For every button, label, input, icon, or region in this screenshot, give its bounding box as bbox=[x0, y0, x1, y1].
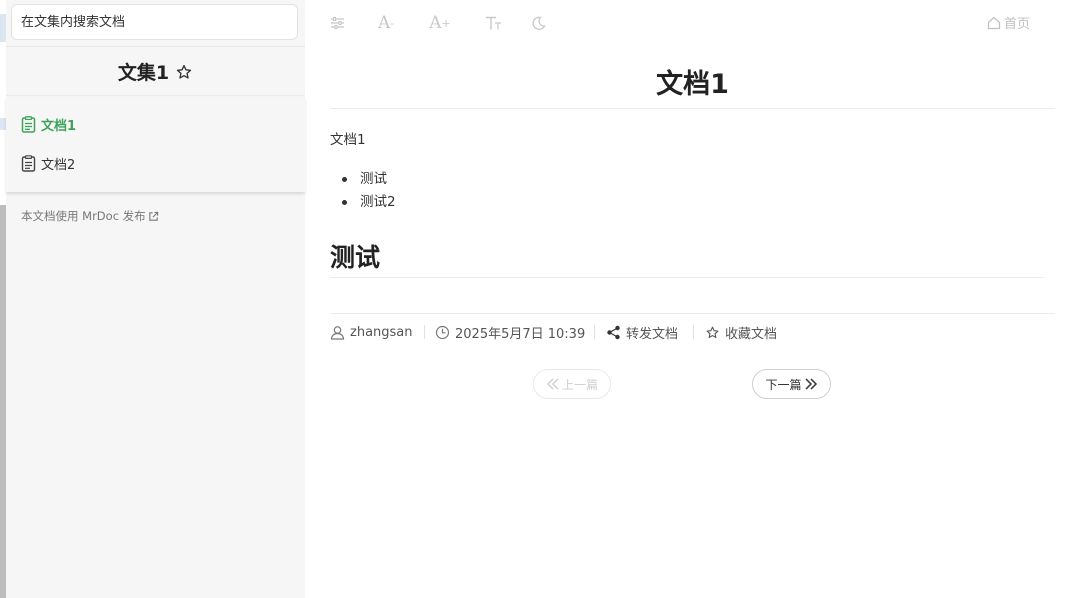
double-chevron-left-icon bbox=[546, 378, 559, 390]
meta-divider bbox=[330, 313, 1055, 314]
title-divider bbox=[330, 108, 1055, 109]
prev-page-button[interactable]: 上一篇 bbox=[533, 369, 611, 399]
document-icon bbox=[21, 115, 36, 133]
home-label: 首页 bbox=[1004, 17, 1031, 32]
settings-sliders-icon[interactable] bbox=[329, 12, 345, 34]
share-icon bbox=[607, 325, 620, 339]
book-title: 文集1 bbox=[117, 62, 170, 84]
meta-separator bbox=[594, 325, 595, 339]
document-title: 文档1 bbox=[656, 69, 729, 100]
publish-date: 2025年5月7日 10:39 bbox=[455, 326, 586, 342]
font-decrease-button[interactable]: A- bbox=[374, 12, 398, 34]
search-input[interactable] bbox=[11, 4, 298, 40]
author-info: zhangsan bbox=[330, 322, 413, 342]
doc-list: 文档1 文档2 bbox=[6, 97, 305, 192]
document-paragraph: 文档1 bbox=[330, 132, 366, 148]
font-increase-mark: + bbox=[441, 16, 451, 30]
sidebar: 文集1 文档1 文档2 本文档使用 bbox=[6, 0, 305, 598]
next-page-button[interactable]: 下一篇 bbox=[752, 369, 831, 399]
doc-item-label: 文档2 bbox=[41, 157, 76, 173]
double-chevron-right-icon bbox=[804, 378, 817, 390]
home-icon bbox=[987, 16, 1001, 29]
doc-item-2[interactable]: 文档2 bbox=[21, 152, 75, 174]
share-label: 转发文档 bbox=[626, 326, 679, 342]
book-title-bar: 文集1 bbox=[6, 48, 305, 96]
list-item: 测试 bbox=[342, 168, 396, 191]
star-icon[interactable] bbox=[175, 63, 193, 81]
font-increase-glyph: A bbox=[429, 13, 442, 33]
list-item-text: 测试 bbox=[360, 171, 387, 187]
meta-separator bbox=[424, 325, 425, 339]
clock-icon bbox=[435, 325, 450, 339]
author-name: zhangsan bbox=[350, 324, 413, 340]
doc-item-label: 文档1 bbox=[41, 118, 77, 134]
home-button[interactable]: 首页 bbox=[987, 13, 1030, 32]
font-increase-button[interactable]: A + bbox=[426, 12, 454, 34]
date-info: 2025年5月7日 10:39 bbox=[435, 322, 585, 342]
star-icon bbox=[706, 326, 719, 338]
meta-separator bbox=[693, 325, 694, 339]
moon-icon[interactable] bbox=[530, 12, 546, 34]
collect-label: 收藏文档 bbox=[725, 326, 778, 342]
document-icon bbox=[21, 154, 36, 172]
powered-by-link[interactable]: 本文档使用 MrDoc 发布 bbox=[21, 208, 159, 224]
share-button[interactable]: 转发文档 bbox=[606, 322, 678, 342]
collect-button[interactable]: 收藏文档 bbox=[705, 322, 777, 342]
user-icon bbox=[330, 325, 345, 340]
section-heading: 测试 bbox=[330, 243, 381, 272]
bullet-list: 测试 测试2 bbox=[342, 168, 396, 214]
heading-divider bbox=[330, 277, 1044, 278]
search-bar bbox=[6, 0, 305, 47]
prev-page-label: 上一篇 bbox=[561, 377, 598, 392]
font-decrease-glyph: A bbox=[378, 13, 391, 33]
next-page-label: 下一篇 bbox=[765, 377, 802, 392]
doc-item-1[interactable]: 文档1 bbox=[21, 113, 76, 135]
typeface-icon[interactable] bbox=[484, 12, 502, 34]
list-item: 测试2 bbox=[342, 191, 396, 214]
external-link-icon bbox=[148, 211, 158, 221]
font-decrease-mark: - bbox=[390, 16, 394, 30]
powered-by-text: 本文档使用 MrDoc 发布 bbox=[21, 209, 146, 223]
list-item-text: 测试2 bbox=[360, 194, 396, 210]
